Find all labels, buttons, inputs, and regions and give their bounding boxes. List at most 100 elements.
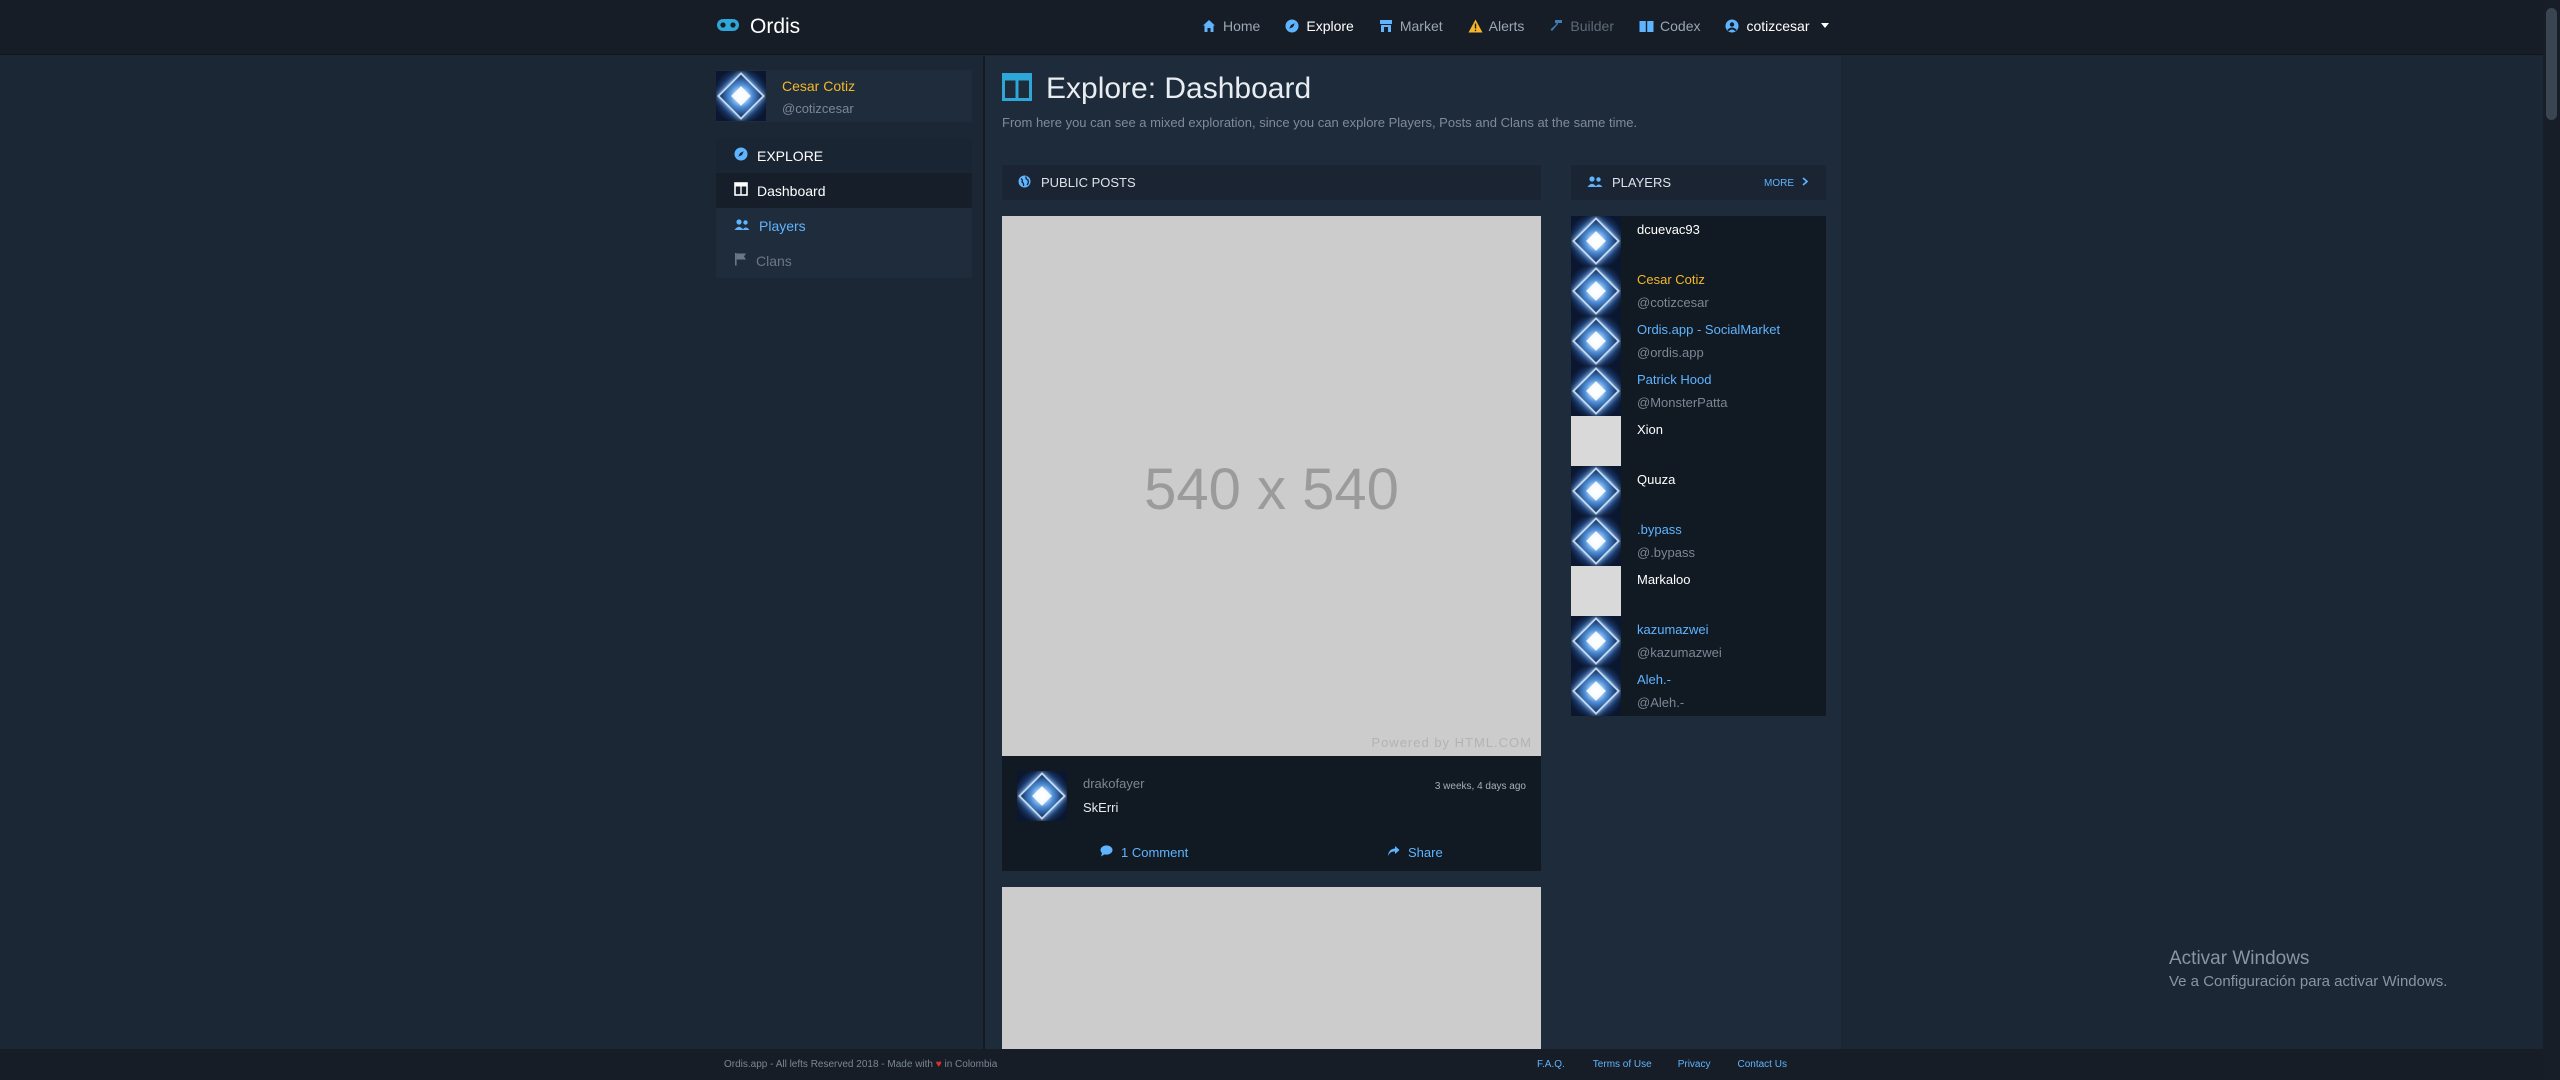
player-name[interactable]: Xion <box>1637 422 1663 437</box>
hammer-icon <box>1549 19 1563 33</box>
post-author-avatar[interactable] <box>1017 771 1067 821</box>
player-name[interactable]: kazumazwei <box>1637 622 1709 637</box>
page-scrollbar[interactable] <box>2543 0 2560 1080</box>
player-row[interactable]: Patrick Hood @MonsterPatta <box>1571 366 1826 416</box>
post-timestamp: 3 weeks, 4 days ago <box>1434 781 1526 792</box>
player-name[interactable]: Ordis.app - SocialMarket <box>1637 322 1780 337</box>
player-row[interactable]: Quuza <box>1571 466 1826 516</box>
compass-icon <box>734 147 748 164</box>
user-dropdown-label: cotizcesar <box>1746 18 1810 34</box>
player-handle: @Aleh.- <box>1637 695 1685 710</box>
post-author[interactable]: drakofayer <box>1083 776 1144 791</box>
nav-alerts[interactable]: Alerts <box>1468 18 1525 34</box>
home-icon <box>1202 19 1216 33</box>
main-nav: Home Explore Market Alerts Builder Codex… <box>1202 18 1829 34</box>
footer-link-privacy[interactable]: Privacy <box>1678 1059 1711 1070</box>
users-icon <box>734 218 750 234</box>
sidebar-item-clans[interactable]: Clans <box>716 243 972 278</box>
footer-link-terms[interactable]: Terms of Use <box>1593 1059 1652 1070</box>
player-row[interactable]: Aleh.- @Aleh.- <box>1571 666 1826 716</box>
player-handle: @MonsterPatta <box>1637 395 1728 410</box>
nav-market[interactable]: Market <box>1379 18 1443 34</box>
player-name[interactable]: Patrick Hood <box>1637 372 1711 387</box>
post-image-placeholder-text: 540 x 540 <box>1144 457 1399 522</box>
players-more-label: MORE <box>1764 177 1794 189</box>
post-image[interactable]: 540 x 540 Powered by HTML.COM <box>1002 216 1541 756</box>
footer-link-contact[interactable]: Contact Us <box>1738 1059 1787 1070</box>
public-posts-title: PUBLIC POSTS <box>1041 175 1136 190</box>
nav-builder[interactable]: Builder <box>1549 18 1614 34</box>
windows-activation-title: Activar Windows <box>2169 948 2310 969</box>
gamepad-icon <box>716 17 740 38</box>
footer-links: F.A.Q. Terms of Use Privacy Contact Us <box>1537 1059 1787 1070</box>
player-avatar <box>1571 416 1621 466</box>
player-name[interactable]: dcuevac93 <box>1637 222 1700 237</box>
player-name[interactable]: Quuza <box>1637 472 1675 487</box>
share-icon <box>1387 845 1400 860</box>
player-handle: @ordis.app <box>1637 345 1704 360</box>
brand-name: Ordis <box>750 15 801 38</box>
footer-link-faq[interactable]: F.A.Q. <box>1537 1059 1565 1070</box>
comment-icon <box>1100 845 1113 860</box>
player-handle: @.bypass <box>1637 545 1695 560</box>
post-card-footer: drakofayer SkErri 3 weeks, 4 days ago 1 … <box>1002 756 1541 871</box>
users-icon <box>1587 175 1603 191</box>
player-avatar <box>1571 566 1621 616</box>
player-avatar <box>1571 216 1621 266</box>
player-row[interactable]: kazumazwei @kazumazwei <box>1571 616 1826 666</box>
sidebar-item-players[interactable]: Players <box>716 208 972 243</box>
nav-alerts-label: Alerts <box>1488 18 1525 34</box>
player-row[interactable]: dcuevac93 <box>1571 216 1826 266</box>
nav-home-label: Home <box>1223 18 1261 34</box>
columns-icon <box>1002 72 1032 106</box>
caret-down-icon <box>1820 22 1829 28</box>
sidebar-item-dashboard[interactable]: Dashboard <box>716 173 972 208</box>
scrollbar-thumb[interactable] <box>2546 8 2557 120</box>
player-row[interactable]: Ordis.app - SocialMarket @ordis.app <box>1571 316 1826 366</box>
nav-home[interactable]: Home <box>1202 18 1260 34</box>
heart-icon: ♥ <box>935 1059 942 1070</box>
footer-copyright-suffix: in Colombia <box>944 1059 998 1070</box>
sidebar-header-label: EXPLORE <box>757 147 824 164</box>
player-row[interactable]: Cesar Cotiz @cotizcesar <box>1571 266 1826 316</box>
brand-logo[interactable]: Ordis <box>716 15 800 39</box>
post-text: SkErri <box>1083 800 1119 815</box>
sidebar-menu: EXPLORE Dashboard Players Clans <box>716 138 972 278</box>
player-row[interactable]: Markaloo <box>1571 566 1826 616</box>
player-name[interactable]: .bypass <box>1637 522 1682 537</box>
book-icon <box>1639 19 1654 33</box>
nav-codex-label: Codex <box>1660 18 1701 34</box>
player-row[interactable]: Xion <box>1571 416 1826 466</box>
nav-builder-label: Builder <box>1570 18 1615 34</box>
avatar <box>716 71 766 121</box>
players-more-link[interactable]: MORE <box>1764 177 1809 189</box>
nav-codex[interactable]: Codex <box>1639 18 1700 34</box>
profile-card[interactable]: Cesar Cotiz @cotizcesar <box>716 70 972 122</box>
footer-copyright-prefix: Ordis.app - All lefts Reserved 2018 - Ma… <box>724 1059 933 1070</box>
share-button[interactable]: Share <box>1387 845 1443 860</box>
public-posts-header: PUBLIC POSTS <box>1002 165 1541 200</box>
post-image[interactable] <box>1002 887 1541 1049</box>
player-avatar <box>1571 316 1621 366</box>
share-label: Share <box>1408 845 1443 860</box>
post-image-credit: Powered by HTML.COM <box>1371 735 1532 750</box>
globe-icon <box>1018 175 1031 191</box>
comments-button[interactable]: 1 Comment <box>1100 845 1188 860</box>
page-description: From here you can see a mixed exploratio… <box>1002 115 1638 130</box>
player-avatar <box>1571 516 1621 566</box>
player-row[interactable]: .bypass @.bypass <box>1571 516 1826 566</box>
sidebar-item-label: Dashboard <box>757 182 826 199</box>
player-avatar <box>1571 666 1621 716</box>
footer-copyright: Ordis.app - All lefts Reserved 2018 - Ma… <box>724 1059 997 1070</box>
page-footer: Ordis.app - All lefts Reserved 2018 - Ma… <box>0 1049 2560 1080</box>
top-navbar: Ordis Home Explore Market Alerts Builder… <box>0 0 2560 55</box>
user-dropdown[interactable]: cotizcesar <box>1725 18 1829 34</box>
nav-explore-label: Explore <box>1306 18 1354 34</box>
player-name[interactable]: Cesar Cotiz <box>1637 272 1705 287</box>
chevron-right-icon <box>1802 177 1809 189</box>
page-title: Explore: Dashboard <box>1002 72 1311 106</box>
player-name[interactable]: Markaloo <box>1637 572 1690 587</box>
player-name[interactable]: Aleh.- <box>1637 672 1671 687</box>
comments-label: 1 Comment <box>1121 845 1189 860</box>
nav-explore[interactable]: Explore <box>1285 18 1354 34</box>
